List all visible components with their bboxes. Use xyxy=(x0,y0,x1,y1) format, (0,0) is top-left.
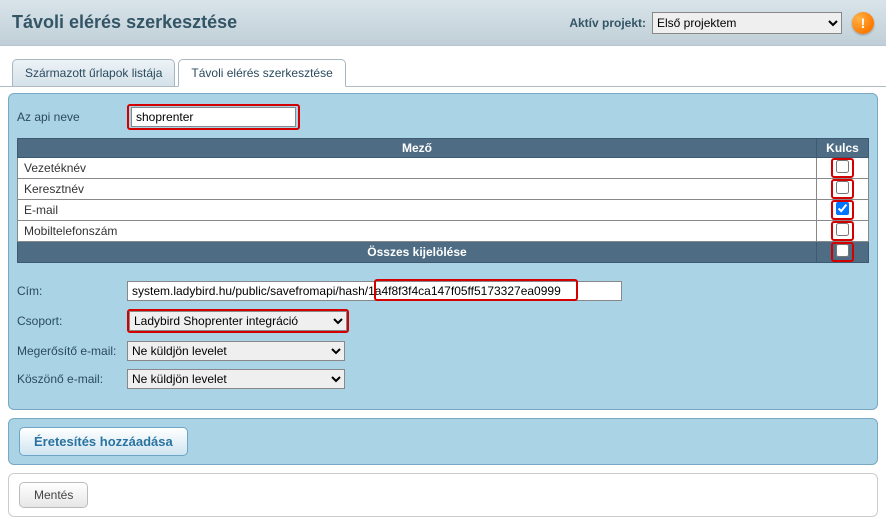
select-all-row: Összes kijelölése xyxy=(18,242,869,263)
group-row: Csoport: Ladybird Shoprenter integráció xyxy=(17,309,869,333)
key-checkbox[interactable] xyxy=(836,181,849,194)
thankyou-email-select[interactable]: Ne küldjön levelet xyxy=(127,369,345,389)
confirm-email-select[interactable]: Ne küldjön levelet xyxy=(127,341,345,361)
url-wrap xyxy=(127,281,622,301)
col-header-kulcs: Kulcs xyxy=(817,139,869,158)
lower-form: Cím: Csoport: Ladybird Shoprenter integr… xyxy=(17,281,869,389)
key-checkbox[interactable] xyxy=(836,160,849,173)
table-row: Vezetéknév xyxy=(18,158,869,179)
key-checkbox[interactable] xyxy=(836,223,849,236)
main-panel: Az api neve Mező Kulcs Vezetéknév Keresz… xyxy=(8,93,878,410)
key-checkbox-highlight xyxy=(831,158,854,178)
select-all-checkbox[interactable] xyxy=(836,244,849,257)
group-label: Csoport: xyxy=(17,314,127,328)
field-label: Mobiltelefonszám xyxy=(18,221,817,242)
key-checkbox-highlight xyxy=(831,179,854,199)
key-checkbox-highlight xyxy=(831,200,854,220)
thankyou-email-label: Köszönő e-mail: xyxy=(17,372,127,386)
api-name-row: Az api neve xyxy=(17,104,869,130)
table-row: Mobiltelefonszám xyxy=(18,221,869,242)
alert-icon[interactable]: ! xyxy=(852,12,874,34)
table-row: E-mail xyxy=(18,200,869,221)
key-checkbox-highlight xyxy=(831,221,854,241)
table-row: Keresztnév xyxy=(18,179,869,200)
active-project-select[interactable]: Első projektem xyxy=(652,12,842,34)
page-title: Távoli elérés szerkesztése xyxy=(12,12,569,33)
tab-form-list[interactable]: Származott űrlapok listája xyxy=(12,59,175,86)
confirm-email-label: Megerősítő e-mail: xyxy=(17,344,127,358)
group-select-highlight: Ladybird Shoprenter integráció xyxy=(127,309,349,333)
add-notification-button[interactable]: Éretesítés hozzáadása xyxy=(19,427,188,456)
fields-table: Mező Kulcs Vezetéknév Keresztnév E-mail … xyxy=(17,138,869,263)
col-header-mezo: Mező xyxy=(18,139,817,158)
active-project-label: Aktív projekt: xyxy=(569,16,646,30)
api-name-label: Az api neve xyxy=(17,110,127,124)
field-label: Vezetéknév xyxy=(18,158,817,179)
url-input[interactable] xyxy=(127,281,622,301)
tabs: Származott űrlapok listája Távoli elérés… xyxy=(0,46,886,87)
notification-panel: Éretesítés hozzáadása xyxy=(8,418,878,465)
group-select[interactable]: Ladybird Shoprenter integráció xyxy=(129,311,347,331)
save-button[interactable]: Mentés xyxy=(19,482,88,508)
field-label: Keresztnév xyxy=(18,179,817,200)
select-all-label: Összes kijelölése xyxy=(18,242,817,263)
select-all-checkbox-highlight xyxy=(831,242,854,262)
top-bar: Távoli elérés szerkesztése Aktív projekt… xyxy=(0,0,886,46)
field-label: E-mail xyxy=(18,200,817,221)
save-panel: Mentés xyxy=(8,473,878,517)
thankyou-email-row: Köszönő e-mail: Ne küldjön levelet xyxy=(17,369,869,389)
url-row: Cím: xyxy=(17,281,869,301)
api-name-highlight xyxy=(127,104,300,130)
api-name-input[interactable] xyxy=(131,107,296,127)
key-checkbox[interactable] xyxy=(836,202,849,215)
tab-remote-edit[interactable]: Távoli elérés szerkesztése xyxy=(178,59,345,87)
confirm-email-row: Megerősítő e-mail: Ne küldjön levelet xyxy=(17,341,869,361)
url-label: Cím: xyxy=(17,284,127,298)
